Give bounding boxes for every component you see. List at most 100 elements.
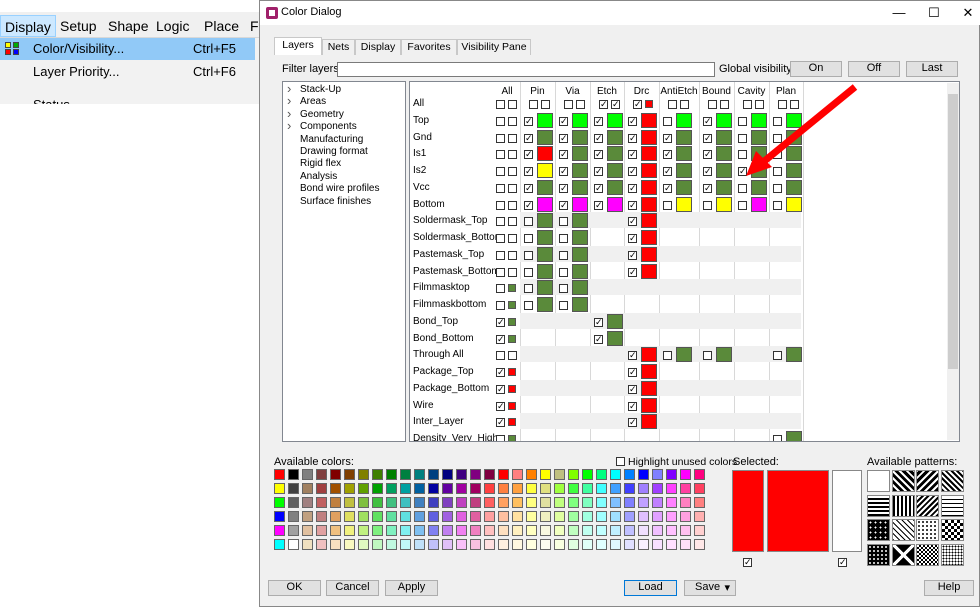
- palette-color[interactable]: [498, 469, 509, 480]
- visibility-checkbox[interactable]: ✓: [594, 133, 603, 143]
- help-button[interactable]: Help: [924, 580, 974, 596]
- palette-color[interactable]: [484, 497, 495, 508]
- visibility-checkbox[interactable]: [559, 267, 568, 277]
- palette-color[interactable]: [694, 539, 705, 550]
- palette-color[interactable]: [484, 539, 495, 550]
- palette-color[interactable]: [358, 525, 369, 536]
- palette-color[interactable]: [638, 483, 649, 494]
- menu-item-status[interactable]: Status: [0, 94, 255, 104]
- palette-color[interactable]: [358, 469, 369, 480]
- layer-color-swatch[interactable]: [641, 163, 657, 178]
- layer-color-swatch[interactable]: [641, 414, 657, 430]
- palette-color[interactable]: [274, 539, 285, 550]
- selected-color-checkbox[interactable]: ✓: [743, 558, 752, 567]
- visibility-checkbox[interactable]: [496, 351, 505, 361]
- palette-color[interactable]: [680, 469, 691, 480]
- layer-color-swatch[interactable]: [716, 112, 732, 128]
- palette-color[interactable]: [372, 525, 383, 536]
- palette-color[interactable]: [344, 469, 355, 480]
- visibility-checkbox[interactable]: [524, 250, 533, 260]
- palette-color[interactable]: [680, 511, 691, 522]
- palette-color[interactable]: [554, 525, 565, 536]
- fill-pattern[interactable]: [940, 470, 964, 492]
- visibility-checkbox[interactable]: ✓: [628, 234, 637, 243]
- palette-color[interactable]: [666, 469, 677, 480]
- layer-color-swatch[interactable]: [572, 263, 588, 279]
- palette-color[interactable]: [582, 483, 593, 494]
- palette-color[interactable]: [540, 469, 551, 480]
- palette-color[interactable]: [414, 525, 425, 536]
- palette-color[interactable]: [330, 483, 341, 494]
- palette-color[interactable]: [400, 511, 411, 522]
- palette-color[interactable]: [638, 497, 649, 508]
- layer-color-swatch[interactable]: [641, 347, 657, 363]
- visibility-checkbox[interactable]: ✓: [594, 317, 603, 327]
- visibility-checkbox[interactable]: ✓: [628, 351, 637, 361]
- visibility-checkbox[interactable]: ✓: [594, 150, 603, 160]
- menu-item-color-visibility[interactable]: Color/Visibility... Ctrl+F5: [0, 38, 255, 60]
- palette-color[interactable]: [596, 469, 607, 480]
- palette-color[interactable]: [512, 469, 523, 480]
- palette-color[interactable]: [428, 483, 439, 494]
- tab-layers[interactable]: Layers: [274, 37, 322, 55]
- visibility-checkbox[interactable]: [496, 217, 505, 227]
- visibility-checkbox[interactable]: [703, 200, 712, 210]
- palette-color[interactable]: [330, 525, 341, 536]
- palette-color[interactable]: [344, 497, 355, 508]
- visibility-checkbox[interactable]: [508, 133, 517, 143]
- palette-color[interactable]: [638, 511, 649, 522]
- visibility-checkbox[interactable]: [668, 100, 677, 109]
- layer-color-swatch-small[interactable]: [508, 435, 516, 441]
- palette-color[interactable]: [666, 497, 677, 508]
- visibility-checkbox[interactable]: [773, 435, 782, 441]
- palette-color[interactable]: [414, 497, 425, 508]
- palette-color[interactable]: [526, 483, 537, 494]
- palette-color[interactable]: [554, 497, 565, 508]
- layer-color-swatch-small[interactable]: [508, 334, 516, 343]
- palette-color[interactable]: [624, 497, 635, 508]
- highlight-unused-checkbox[interactable]: [616, 457, 625, 466]
- visibility-checkbox[interactable]: [720, 100, 729, 109]
- scroll-thumb[interactable]: [948, 94, 958, 369]
- palette-color[interactable]: [386, 469, 397, 480]
- palette-color[interactable]: [400, 497, 411, 508]
- visibility-checkbox[interactable]: ✓: [524, 116, 533, 126]
- layer-color-swatch[interactable]: [572, 213, 588, 229]
- palette-color[interactable]: [316, 497, 327, 508]
- visibility-checkbox[interactable]: [496, 435, 505, 441]
- visibility-checkbox[interactable]: ✓: [628, 133, 637, 143]
- palette-color[interactable]: [400, 483, 411, 494]
- visibility-checkbox[interactable]: [524, 267, 533, 277]
- visibility-checkbox[interactable]: [680, 100, 689, 109]
- selected-color-small[interactable]: [732, 470, 764, 552]
- visibility-checkbox[interactable]: ✓: [594, 116, 603, 126]
- palette-color[interactable]: [442, 539, 453, 550]
- layer-color-swatch[interactable]: [572, 196, 588, 212]
- visibility-checkbox[interactable]: [496, 250, 505, 260]
- palette-color[interactable]: [316, 525, 327, 536]
- palette-color[interactable]: [316, 469, 327, 480]
- visibility-checkbox[interactable]: [508, 234, 517, 243]
- palette-color[interactable]: [568, 511, 579, 522]
- visibility-checkbox[interactable]: [524, 217, 533, 227]
- palette-color[interactable]: [568, 525, 579, 536]
- tab-nets[interactable]: Nets: [322, 39, 355, 55]
- minimize-button[interactable]: —: [884, 3, 914, 23]
- visibility-checkbox[interactable]: [773, 183, 782, 193]
- palette-color[interactable]: [442, 525, 453, 536]
- visibility-checkbox[interactable]: [663, 200, 672, 210]
- layer-color-swatch-small[interactable]: [508, 368, 516, 376]
- visibility-checkbox[interactable]: [663, 116, 672, 126]
- palette-color[interactable]: [386, 539, 397, 550]
- dropdown-arrow-icon[interactable]: ▾: [724, 581, 730, 594]
- layer-color-swatch[interactable]: [607, 179, 623, 195]
- palette-color[interactable]: [512, 483, 523, 494]
- fill-pattern[interactable]: [916, 494, 939, 517]
- layer-color-swatch-small[interactable]: [508, 401, 516, 410]
- tree-item[interactable]: Bond wire profiles: [300, 183, 379, 194]
- palette-color[interactable]: [652, 525, 663, 536]
- layer-color-swatch[interactable]: [607, 112, 623, 128]
- palette-color[interactable]: [694, 511, 705, 522]
- visibility-checkbox[interactable]: ✓: [524, 133, 533, 143]
- visibility-checkbox[interactable]: [496, 200, 505, 210]
